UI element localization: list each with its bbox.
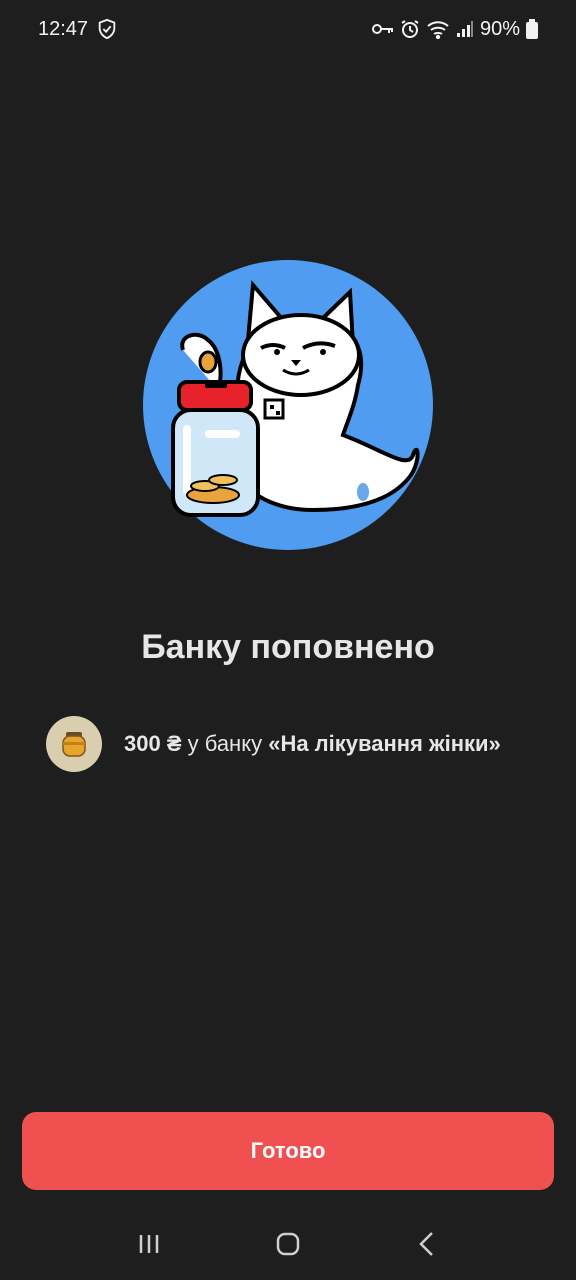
jar-name-text: «На лікування жінки» <box>268 731 501 756</box>
shield-check-icon <box>96 18 118 40</box>
status-time: 12:47 <box>38 17 89 40</box>
amount-text: 300 ₴ <box>124 731 182 756</box>
status-bar: 12:47 90% <box>0 0 576 58</box>
info-middle-text: у банку <box>181 731 269 756</box>
back-icon[interactable] <box>397 1214 457 1274</box>
status-right: 90% <box>371 17 538 41</box>
info-row: 300 ₴ у банку «На лікування жінки» <box>46 716 546 772</box>
home-icon[interactable] <box>258 1214 318 1274</box>
key-icon <box>371 22 394 36</box>
battery-percent: 90% <box>479 17 520 40</box>
recent-apps-icon[interactable] <box>119 1214 179 1274</box>
alarm-icon <box>400 19 420 39</box>
wifi-icon <box>426 19 450 39</box>
honey-jar-icon <box>46 716 102 772</box>
navigation-bar <box>0 1208 576 1280</box>
screen: 12:47 90% Банку поповнено 300 ₴ у банку … <box>0 0 576 1280</box>
signal-icon <box>456 20 474 38</box>
battery-icon <box>526 19 538 39</box>
done-button[interactable]: Готово <box>22 1112 554 1190</box>
cat-jar-illustration <box>143 260 433 550</box>
status-left: 12:47 <box>38 18 118 41</box>
page-title: Банку поповнено <box>141 628 435 666</box>
info-text: 300 ₴ у банку «На лікування жінки» <box>124 731 501 757</box>
